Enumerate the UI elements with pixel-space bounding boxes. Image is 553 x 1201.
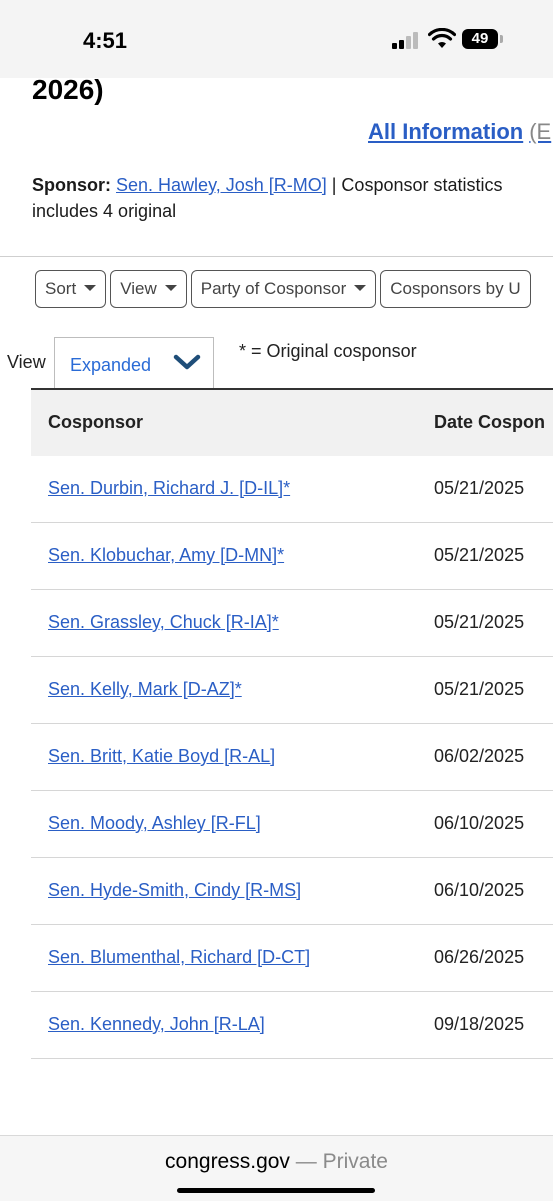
cosponsors-by-button[interactable]: Cosponsors by U [380,270,531,308]
cosponsor-table: Cosponsor Date Cospon Sen. Durbin, Richa… [31,388,553,1059]
table-row: Sen. Kennedy, John [R-LA] 09/18/2025 [31,992,553,1059]
signal-icon [392,31,422,49]
header-date: Date Cospon [434,412,546,432]
status-bar: 4:51 49 [0,0,553,78]
cosponsor-date: 09/18/2025 [434,1014,525,1034]
table-row: Sen. Moody, Ashley [R-FL] 06/10/2025 [31,791,553,858]
home-indicator[interactable] [177,1188,375,1193]
cosponsors-by-label: Cosponsors by U [390,279,521,298]
view-button[interactable]: View [110,270,187,308]
url-domain: congress.gov [165,1150,290,1173]
view-select[interactable]: Expanded [54,337,214,389]
table-header: Cosponsor Date Cospon [31,388,553,456]
cosponsor-link[interactable]: Sen. Moody, Ashley [R-FL] [48,813,261,834]
cosponsor-date: 05/21/2025 [434,478,525,498]
status-time: 4:51 [83,28,128,53]
battery-icon: 49 [462,29,498,49]
battery-tip [500,35,503,43]
sponsor-info: Sponsor: Sen. Hawley, Josh [R-MO] | Cosp… [32,172,553,224]
caret-down-icon [164,284,177,291]
view-label: View [120,279,157,298]
chevron-down-icon [173,354,201,370]
original-count-text: includes 4 original [32,201,177,221]
cosponsor-date: 05/21/2025 [434,612,525,632]
table-row: Sen. Britt, Katie Boyd [R-AL] 06/02/2025 [31,724,553,791]
cosponsor-date: 05/21/2025 [434,679,525,699]
wifi-icon [428,28,456,48]
table-row: Sen. Klobuchar, Amy [D-MN]* 05/21/2025 [31,523,553,590]
cosponsor-link[interactable]: Sen. Durbin, Richard J. [D-IL]* [48,478,290,499]
all-information-tail: (E [529,119,552,144]
cosponsor-date: 06/26/2025 [434,947,525,967]
table-row: Sen. Durbin, Richard J. [D-IL]* 05/21/202… [31,456,553,523]
cosponsor-date: 06/10/2025 [434,880,525,900]
view-select-value: Expanded [70,355,152,375]
party-label: Party of Cosponsor [200,279,347,298]
table-row: Sen. Hyde-Smith, Cindy [R-MS] 06/10/2025 [31,858,553,925]
cosponsor-date: 06/02/2025 [434,746,525,766]
original-cosponsor-note: * = Original cosponsor [239,341,417,361]
cosponsor-date: 05/21/2025 [434,545,525,565]
table-row: Sen. Grassley, Chuck [R-IA]* 05/21/2025 [31,590,553,657]
cosponsor-date: 06/10/2025 [434,813,525,833]
sort-label: Sort [45,279,77,298]
cosponsor-link[interactable]: Sen. Kelly, Mark [D-AZ]* [48,679,242,700]
header-cosponsor: Cosponsor [48,412,144,432]
cosponsor-link[interactable]: Sen. Kennedy, John [R-LA] [48,1014,265,1035]
cosponsor-link[interactable]: Sen. Hyde-Smith, Cindy [R-MS] [48,880,301,901]
cosponsor-stats-text: | Cosponsor statistics [326,175,503,195]
sort-button[interactable]: Sort [35,270,107,308]
filter-bar: Sort View Party of Cosponsor Cosponsors by … [35,270,535,308]
private-mode-label: — Private [289,1150,388,1173]
page-title: 2026) [32,74,104,105]
table-row: Sen. Blumenthal, Richard [D-CT] 06/26/202… [31,925,553,992]
url-display[interactable]: congress.gov — Private [0,1150,553,1174]
view-select-label: View [7,352,46,372]
party-of-cosponsor-button[interactable]: Party of Cosponsor [190,270,377,308]
all-information-link[interactable]: All Information (E [368,119,551,145]
section-divider [0,256,553,257]
sponsor-link[interactable]: Sen. Hawley, Josh [R-MO] [116,175,327,195]
cosponsor-link[interactable]: Sen. Blumenthal, Richard [D-CT] [48,947,310,968]
cosponsor-link[interactable]: Sen. Klobuchar, Amy [D-MN]* [48,545,284,566]
browser-address-bar[interactable]: congress.gov — Private [0,1135,553,1201]
cosponsor-link[interactable]: Sen. Britt, Katie Boyd [R-AL] [48,746,275,767]
caret-down-icon [354,284,367,291]
caret-down-icon [84,284,97,291]
cosponsor-link[interactable]: Sen. Grassley, Chuck [R-IA]* [48,612,279,633]
all-information-label[interactable]: All Information [368,119,523,144]
sponsor-label: Sponsor: [32,175,111,195]
table-row: Sen. Kelly, Mark [D-AZ]* 05/21/2025 [31,657,553,724]
